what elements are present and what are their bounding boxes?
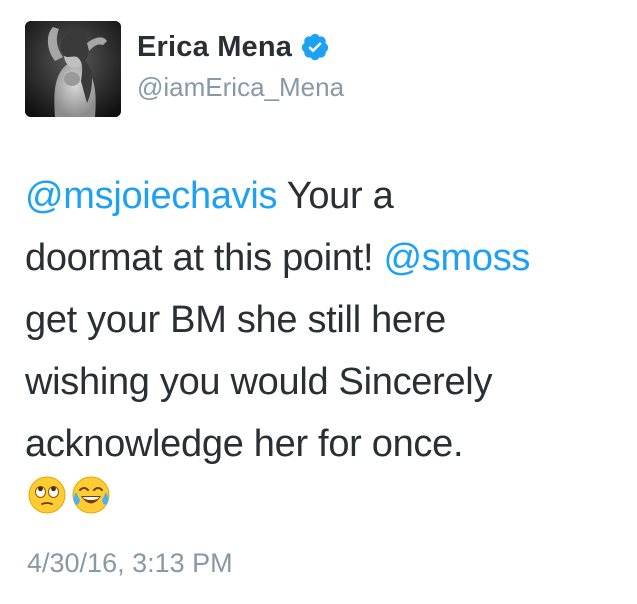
- verified-badge-icon: [300, 32, 330, 62]
- mention-link[interactable]: @msjoiechavis: [25, 175, 278, 217]
- author-handle[interactable]: @iamErica_Mena: [137, 72, 344, 103]
- tweet-text: @msjoiechavis Your a doormat at this poin…: [25, 165, 625, 475]
- tweet-text-line: get your BM she still here: [25, 289, 625, 351]
- eye-roll-emoji-icon: [27, 475, 67, 515]
- profile-photo-icon: [25, 21, 121, 117]
- tweet-text-line: doormat at this point! @smoss: [25, 227, 625, 289]
- tweet-text-line: wishing you would Sincerely: [25, 351, 625, 413]
- emoji-row: [27, 471, 115, 519]
- tweet-text-segment: Your a: [277, 175, 394, 217]
- author-display-name[interactable]: Erica Mena: [137, 31, 292, 64]
- tweet-timestamp[interactable]: 4/30/16, 3:13 PM: [27, 548, 233, 579]
- mention-link[interactable]: @smoss: [384, 237, 531, 279]
- tweet-card: Erica Mena @iamErica_Mena @msjoiechavis …: [0, 0, 637, 604]
- tweet-text-line: @msjoiechavis Your a: [25, 165, 625, 227]
- tweet-text-segment: acknowledge her for once.: [25, 423, 464, 465]
- avatar[interactable]: [25, 21, 121, 117]
- tweet-text-segment: get your BM she still here: [25, 299, 446, 341]
- author-name-row: Erica Mena: [137, 30, 330, 64]
- tweet-text-segment: doormat at this point!: [25, 237, 384, 279]
- tweet-text-line: acknowledge her for once.: [25, 413, 625, 475]
- tears-of-joy-emoji-icon: [71, 475, 111, 515]
- tweet-text-segment: wishing you would Sincerely: [25, 361, 493, 403]
